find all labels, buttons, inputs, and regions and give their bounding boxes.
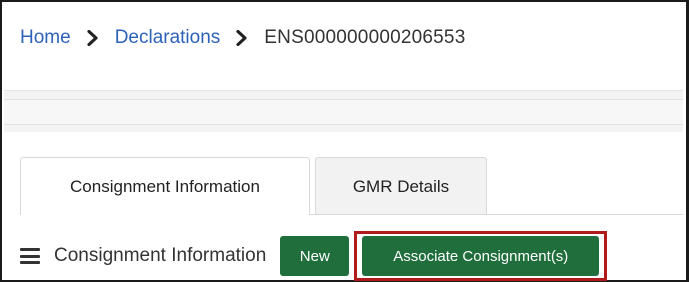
highlight-box: Associate Consignment(s) <box>354 231 608 281</box>
breadcrumb-home-link[interactable]: Home <box>20 27 71 49</box>
breadcrumb: Home Declarations ENS000000000206553 <box>20 24 465 52</box>
breadcrumb-declarations-link[interactable]: Declarations <box>115 27 221 49</box>
section-header: Consignment Information New Associate Co… <box>20 231 608 281</box>
tab-gmr-details[interactable]: GMR Details <box>315 157 487 215</box>
page-frame: Home Declarations ENS000000000206553 Con… <box>0 0 689 282</box>
new-button[interactable]: New <box>280 236 350 276</box>
tab-consignment-information[interactable]: Consignment Information <box>20 157 310 215</box>
toolbar-strip <box>4 99 683 125</box>
chevron-right-icon <box>220 24 264 52</box>
chevron-right-icon <box>71 24 115 52</box>
associate-consignments-button[interactable]: Associate Consignment(s) <box>362 236 600 276</box>
page-toolbar-band <box>4 90 683 132</box>
section-title: Consignment Information <box>54 245 267 266</box>
tab-bar: Consignment Information GMR Details <box>20 157 487 215</box>
hamburger-menu-icon[interactable] <box>20 248 40 264</box>
breadcrumb-current: ENS000000000206553 <box>264 27 466 48</box>
tab-underline <box>310 214 683 215</box>
